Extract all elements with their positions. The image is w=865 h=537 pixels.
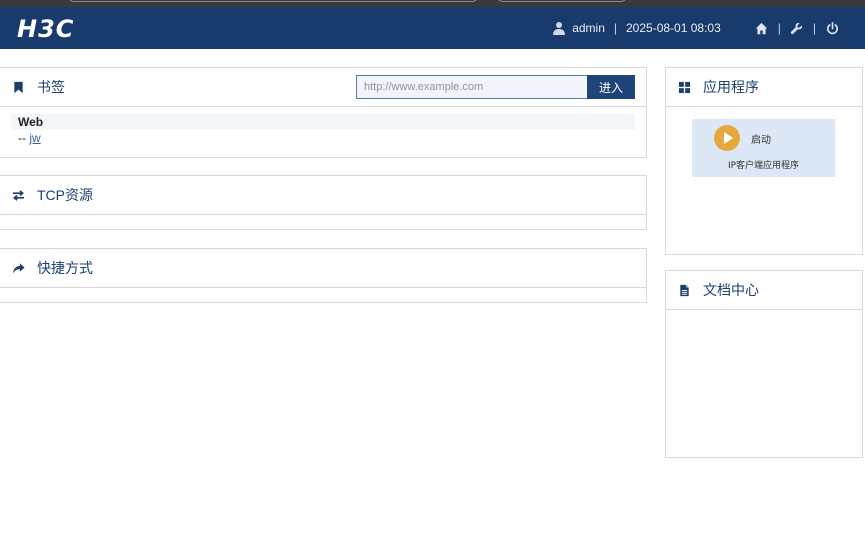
list-item: -- jw: [11, 131, 635, 145]
document-center-title: 文档中心: [703, 282, 759, 298]
applications-panel-header: 应用程序: [666, 68, 862, 107]
separator: |: [777, 21, 781, 35]
document-icon: [677, 283, 691, 297]
play-icon[interactable]: [714, 125, 740, 151]
datetime: 2025-08-01 08:03: [626, 21, 721, 35]
shortcuts-panel: 快捷方式: [0, 248, 647, 303]
app-name: IP客户端应用程序: [727, 161, 800, 171]
bookmark-link-jw[interactable]: jw: [29, 131, 40, 145]
bookmark-icon: [11, 80, 25, 94]
user-icon: [553, 21, 566, 35]
share-arrow-icon: [11, 261, 25, 275]
bookmark-group-title: Web: [11, 114, 635, 130]
app-tile-ip-client[interactable]: 启动 IP客户端应用程序: [692, 119, 835, 177]
strip-pill: [497, 0, 627, 2]
bookmark-url-input[interactable]: [356, 75, 587, 99]
username: admin: [572, 21, 605, 35]
applications-panel: 应用程序 启动 IP客户端应用程序: [665, 67, 863, 255]
shortcuts-panel-header: 快捷方式: [0, 249, 646, 288]
bookmarks-title: 书签: [37, 79, 65, 95]
link-prefix: --: [18, 131, 26, 145]
top-header: H3C admin | 2025-08-01 08:03 | |: [0, 7, 865, 49]
grid-icon: [677, 80, 691, 94]
bookmark-url-form: 进入: [356, 75, 635, 99]
go-button[interactable]: 进入: [587, 75, 635, 99]
separator: |: [613, 21, 617, 35]
tcp-title: TCP资源: [37, 187, 93, 203]
power-icon[interactable]: [825, 21, 839, 35]
bookmarks-panel-header: 书签 进入: [0, 68, 646, 107]
launch-label[interactable]: 启动: [751, 131, 771, 146]
wrench-icon[interactable]: [790, 21, 804, 35]
browser-top-strip: [0, 0, 865, 7]
exchange-icon: [11, 188, 25, 202]
h3c-logo: H3C: [17, 15, 75, 43]
tcp-resources-panel: TCP资源: [0, 175, 647, 230]
applications-title: 应用程序: [703, 79, 759, 95]
document-center-header: 文档中心: [666, 271, 862, 310]
tcp-panel-header: TCP资源: [0, 176, 646, 215]
document-center-panel: 文档中心: [665, 270, 863, 458]
header-right: admin | 2025-08-01 08:03 | |: [553, 7, 865, 49]
home-icon[interactable]: [755, 21, 769, 35]
shortcuts-title: 快捷方式: [37, 260, 93, 276]
bookmarks-panel: 书签 进入 Web -- jw: [0, 67, 647, 158]
strip-pill: [68, 0, 478, 2]
bookmarks-body: Web -- jw: [0, 107, 646, 155]
separator: |: [812, 21, 816, 35]
